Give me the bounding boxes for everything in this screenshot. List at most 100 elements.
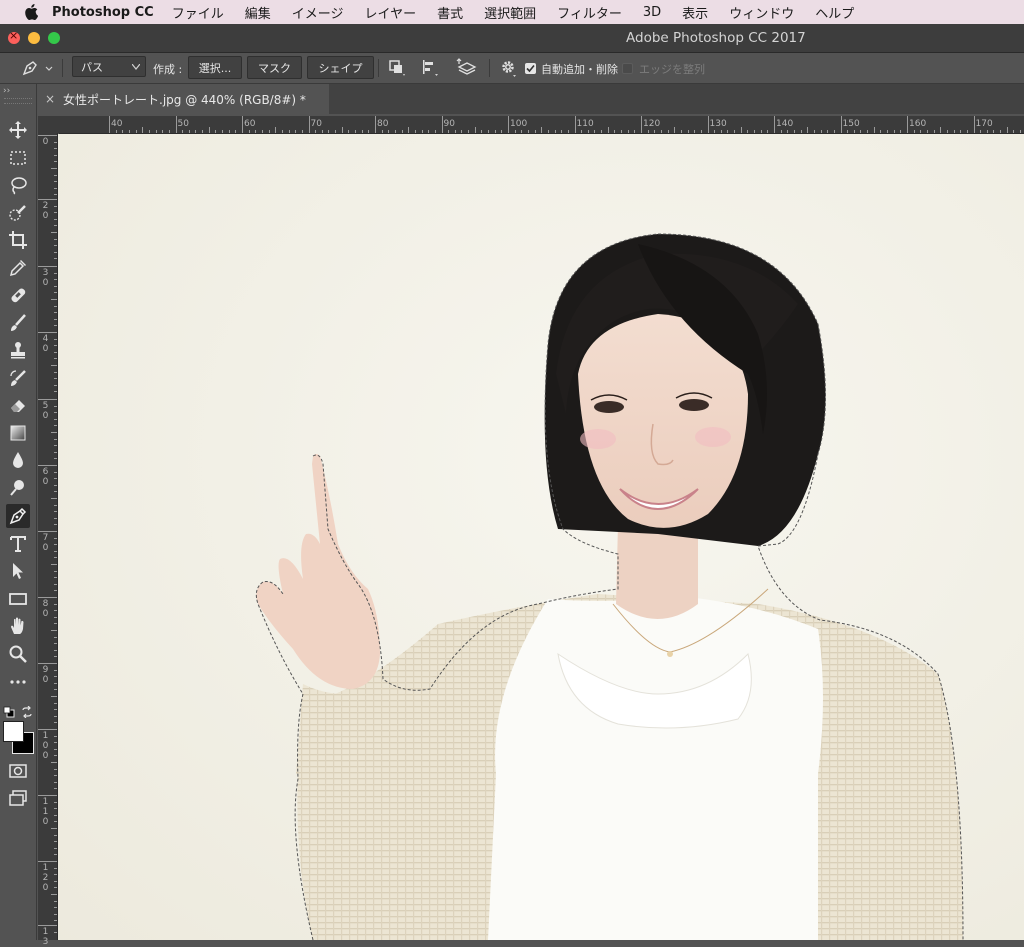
ruler-minor-tick [421, 130, 423, 133]
auto-add-delete-checkbox[interactable] [525, 63, 536, 74]
ruler-minor-tick [687, 130, 689, 133]
eyedropper-tool[interactable] [6, 256, 30, 280]
document-tab-title: 女性ポートレート.jpg @ 440% (RGB/8#) * [63, 92, 306, 107]
ruler-minor-tick [51, 894, 57, 895]
ruler-minor-tick [54, 238, 57, 240]
history-brush-tool[interactable] [6, 366, 30, 390]
path-alignment-button[interactable] [418, 58, 442, 78]
swap-colors-button[interactable] [21, 703, 33, 722]
dodge-tool[interactable] [6, 476, 30, 500]
menu-3d[interactable]: 3D [643, 5, 661, 20]
default-colors-button[interactable] [3, 703, 15, 722]
quick-selection-tool-icon [9, 205, 26, 221]
blur-tool[interactable] [6, 448, 30, 472]
ruler-minor-tick [54, 458, 57, 460]
quick-selection-tool[interactable] [6, 201, 30, 225]
pen-tool[interactable] [6, 504, 30, 528]
lasso-tool[interactable] [6, 173, 30, 197]
healing-brush-tool[interactable] [6, 283, 30, 307]
ruler-minor-tick [54, 504, 57, 506]
ruler-minor-tick [481, 130, 483, 133]
eraser-tool-icon [11, 400, 25, 412]
close-window-button[interactable] [8, 29, 20, 44]
type-tool[interactable] [6, 532, 30, 556]
ruler-minor-tick [228, 130, 230, 133]
screen-mode-button[interactable] [6, 786, 30, 810]
ruler-minor-tick [867, 130, 869, 133]
ruler-minor-tick [54, 491, 57, 493]
ruler-minor-tick [188, 130, 190, 133]
ruler-minor-tick [448, 130, 450, 133]
ruler-minor-tick [381, 130, 383, 133]
apple-icon[interactable] [22, 3, 40, 21]
eraser-tool[interactable] [6, 393, 30, 417]
path-operations-button[interactable] [386, 58, 408, 78]
menu-image[interactable]: イメージ [292, 3, 344, 22]
menu-type[interactable]: 書式 [437, 3, 463, 22]
panel-grip[interactable] [4, 98, 32, 104]
ruler-minor-tick [182, 130, 184, 133]
foreground-color-swatch[interactable] [3, 721, 24, 742]
vertical-ruler[interactable]: 0 2 0 3 0 4 0 5 0 6 0 7 0 8 0 9 0 1 0 0 1 1 0 1 2 0… [38, 133, 58, 947]
menu-file[interactable]: ファイル [172, 3, 224, 22]
ruler-minor-tick [54, 471, 57, 473]
menu-layer[interactable]: レイヤー [364, 3, 416, 22]
make-mask-button[interactable]: マスク [247, 56, 302, 79]
menu-filter[interactable]: フィルター [557, 3, 622, 22]
move-tool[interactable] [6, 118, 30, 142]
crop-tool[interactable] [6, 228, 30, 252]
menu-view[interactable]: 表示 [682, 3, 708, 22]
ruler-minor-tick [54, 847, 57, 849]
marquee-tool[interactable] [6, 146, 30, 170]
ruler-minor-tick [820, 130, 822, 133]
mode-select[interactable]: パス [72, 56, 146, 77]
collapse-panel-icon[interactable]: ›› [3, 86, 10, 96]
app-name-menu[interactable]: Photoshop CC [52, 5, 154, 20]
zoom-tool[interactable] [6, 642, 30, 666]
ruler-origin[interactable] [38, 116, 59, 133]
ruler-minor-tick [607, 127, 609, 133]
ruler-minor-tick [541, 127, 543, 133]
ruler-minor-tick [355, 130, 357, 133]
ruler-label: 9 0 [42, 665, 49, 685]
more-tools-button[interactable] [6, 670, 30, 694]
make-shape-button[interactable]: シェイプ [307, 56, 374, 79]
ruler-minor-tick [288, 130, 290, 133]
ruler-minor-tick [54, 325, 57, 327]
make-selection-button[interactable]: 選択... [188, 56, 242, 79]
clone-stamp-tool[interactable] [6, 338, 30, 362]
ruler-minor-tick [295, 130, 297, 133]
ruler-minor-tick [202, 130, 204, 133]
brush-tool[interactable] [6, 311, 30, 335]
align-edges-checkbox[interactable] [622, 63, 633, 74]
ruler-minor-tick [887, 130, 889, 133]
close-tab-icon[interactable]: × [37, 92, 63, 106]
ruler-minor-tick [514, 130, 516, 133]
ruler-minor-tick [54, 603, 57, 605]
hand-tool[interactable] [6, 614, 30, 638]
ruler-minor-tick [51, 232, 57, 233]
minimize-window-button[interactable] [28, 32, 40, 44]
menu-help[interactable]: ヘルプ [815, 3, 854, 22]
quick-mask-button[interactable] [6, 759, 30, 783]
ruler-minor-tick [51, 762, 57, 763]
ruler-minor-tick [747, 130, 749, 133]
rectangle-tool[interactable] [6, 587, 30, 611]
menu-window[interactable]: ウィンドウ [729, 3, 794, 22]
ruler-minor-tick [853, 130, 855, 133]
blur-tool-icon [13, 452, 23, 468]
zoom-tool-icon [9, 645, 27, 663]
ruler-minor-tick [51, 432, 57, 433]
menu-select[interactable]: 選択範囲 [484, 3, 536, 22]
path-arrangement-button[interactable] [454, 58, 478, 78]
ruler-minor-tick [54, 834, 57, 836]
document-tab[interactable]: × 女性ポートレート.jpg @ 440% (RGB/8#) * [37, 84, 329, 114]
menu-edit[interactable]: 編集 [245, 3, 271, 22]
horizontal-ruler[interactable]: 40 50 60 70 80 90 100 110 120 130 140 150 160 170 [59, 116, 1024, 134]
tool-preset-picker[interactable] [18, 57, 54, 79]
zoom-window-button[interactable] [48, 32, 60, 44]
path-selection-tool[interactable] [6, 559, 30, 583]
settings-button[interactable] [497, 58, 519, 78]
document-canvas[interactable] [58, 134, 1024, 940]
gradient-tool[interactable] [6, 421, 30, 445]
